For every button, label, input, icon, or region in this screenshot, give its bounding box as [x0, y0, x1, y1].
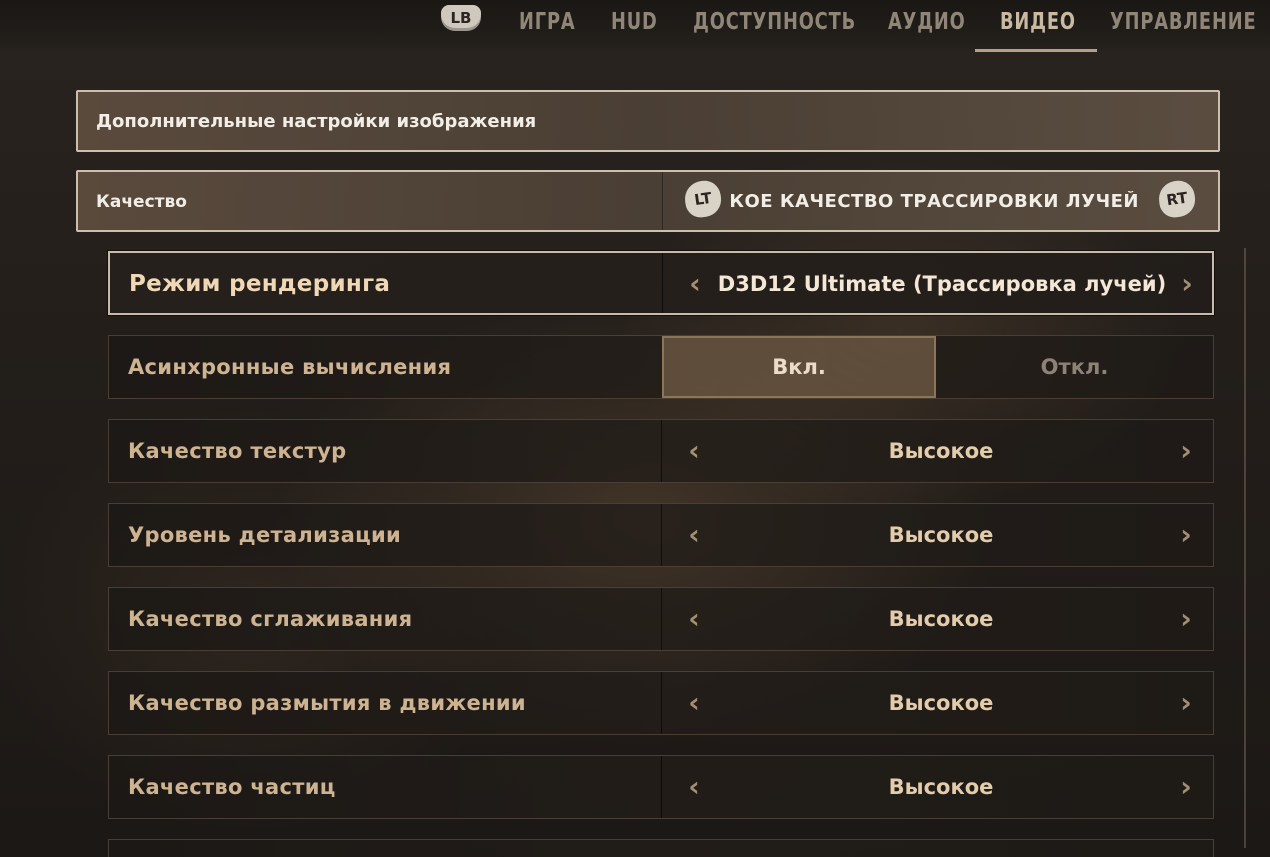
chevron-left-icon[interactable]: ‹: [681, 756, 707, 818]
row-divider: [661, 756, 662, 818]
row-divider: [661, 420, 662, 482]
lb-bumper-icon[interactable]: LB: [441, 5, 481, 31]
quality-preset-row[interactable]: Качество LT ВЫСОКОЕ КАЧЕСТВО ТРАССИРОВКИ…: [76, 170, 1220, 232]
setting-label: Качество текстур: [128, 439, 347, 463]
setting-value: Высокое: [888, 691, 994, 715]
toggle-on-option[interactable]: Вкл.: [662, 336, 936, 398]
row-divider: [661, 588, 662, 650]
chevron-right-icon[interactable]: ›: [1173, 588, 1199, 650]
setting-value: D3D12 Ultimate (Трассировка лучей): [717, 272, 1167, 296]
setting-row-level-of-detail[interactable]: Уровень детализации ‹ Высокое ›: [108, 503, 1214, 567]
setting-label: Асинхронные вычисления: [128, 355, 452, 379]
setting-value: Высокое: [888, 523, 994, 547]
chevron-right-icon[interactable]: ›: [1173, 756, 1199, 818]
lt-trigger-icon[interactable]: LT: [682, 178, 724, 220]
setting-value: Высокое: [888, 607, 994, 631]
chevron-left-icon[interactable]: ‹: [682, 253, 708, 315]
setting-row-partial: [108, 839, 1214, 857]
section-header: Дополнительные настройки изображения: [76, 90, 1220, 152]
quality-preset-value: ВЫСОКОЕ КАЧЕСТВО ТРАССИРОВКИ ЛУЧЕЙ: [731, 191, 1139, 212]
tab-accessibility[interactable]: ДОСТУПНОСТЬ: [693, 5, 856, 39]
section-title: Дополнительные настройки изображения: [96, 111, 537, 132]
active-tab-indicator: [975, 49, 1097, 52]
setting-row-rendering-mode[interactable]: Режим рендеринга ‹ D3D12 Ultimate (Трасс…: [108, 251, 1214, 315]
tab-video[interactable]: ВИДЕО: [1000, 5, 1076, 39]
setting-row-antialiasing[interactable]: Качество сглаживания ‹ Высокое ›: [108, 587, 1214, 651]
tab-hud[interactable]: HUD: [611, 5, 658, 39]
top-navigation: LB ИГРА HUD ДОСТУПНОСТЬ АУДИО ВИДЕО УПРА…: [0, 0, 1270, 52]
chevron-right-icon[interactable]: ›: [1173, 420, 1199, 482]
row-divider: [661, 672, 662, 734]
row-divider: [662, 253, 663, 313]
chevron-left-icon[interactable]: ‹: [681, 504, 707, 566]
scrollbar-track[interactable]: [1244, 248, 1246, 848]
chevron-right-icon[interactable]: ›: [1173, 672, 1199, 734]
setting-row-motion-blur[interactable]: Качество размытия в движении ‹ Высокое ›: [108, 671, 1214, 735]
chevron-left-icon[interactable]: ‹: [681, 672, 707, 734]
setting-label: Качество размытия в движении: [128, 691, 526, 715]
chevron-left-icon[interactable]: ‹: [681, 420, 707, 482]
rt-trigger-icon[interactable]: RT: [1156, 178, 1198, 220]
chevron-right-icon[interactable]: ›: [1174, 253, 1200, 315]
setting-label: Режим рендеринга: [129, 271, 391, 297]
tab-controls[interactable]: УПРАВЛЕНИЕ: [1110, 5, 1256, 39]
setting-value: Высокое: [888, 775, 994, 799]
setting-label: Уровень детализации: [128, 523, 401, 547]
setting-label: Качество частиц: [128, 775, 336, 799]
setting-label: Качество сглаживания: [128, 607, 413, 631]
setting-row-async-compute[interactable]: Асинхронные вычисления Вкл. Откл.: [108, 335, 1214, 399]
setting-row-texture-quality[interactable]: Качество текстур ‹ Высокое ›: [108, 419, 1214, 483]
quality-preset-selector[interactable]: LT ВЫСОКОЕ КАЧЕСТВО ТРАССИРОВКИ ЛУЧЕЙ RT: [662, 172, 1219, 230]
chevron-right-icon[interactable]: ›: [1173, 504, 1199, 566]
tab-audio[interactable]: АУДИО: [888, 5, 966, 39]
quality-preset-label: Качество: [96, 192, 187, 212]
setting-row-particle-quality[interactable]: Качество частиц ‹ Высокое ›: [108, 755, 1214, 819]
row-divider: [661, 504, 662, 566]
toggle-off-option[interactable]: Откл.: [936, 336, 1213, 398]
tab-game[interactable]: ИГРА: [519, 5, 575, 39]
chevron-left-icon[interactable]: ‹: [681, 588, 707, 650]
setting-value: Высокое: [888, 439, 994, 463]
